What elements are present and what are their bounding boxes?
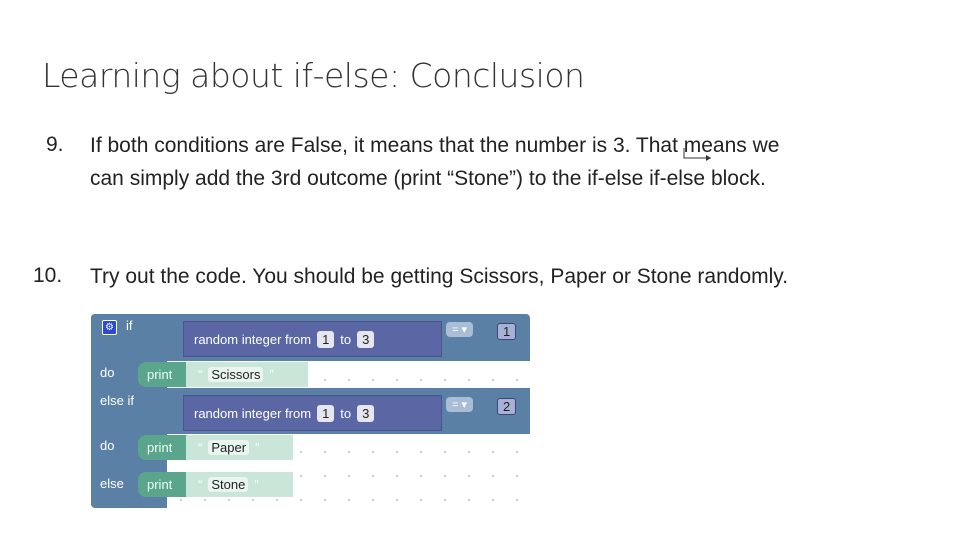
print-block[interactable]: print [138,435,186,460]
print-label: print [147,477,173,492]
operator-dropdown[interactable]: = ▾ [446,322,474,337]
from-value[interactable]: 1 [317,404,335,422]
else-label: else [100,476,124,491]
item-text: Try out the code. You should be getting … [90,260,788,293]
string-value[interactable]: Paper [208,440,250,455]
gear-icon[interactable]: ⚙ [102,320,117,335]
random-integer-block[interactable]: random integer from 1 to 3 [183,395,442,431]
from-value[interactable]: 1 [317,330,335,348]
random-label: random integer from [194,405,312,421]
quote-icon: ” [254,477,259,492]
text-block[interactable]: “ Stone ” [186,472,293,497]
string-value[interactable]: Stone [208,477,249,492]
item-text: If both conditions are False, it means t… [90,129,779,195]
print-block[interactable]: print [138,362,186,387]
text-line: If both conditions are False, it means t… [90,134,780,157]
print-block[interactable]: print [138,472,186,497]
quote-icon: ” [255,440,260,455]
else-if-label: else if [100,393,134,408]
operator-dropdown[interactable]: = ▾ [446,397,474,412]
cursor-arrow-icon [683,148,711,161]
text-line: can simply add the 3rd outcome (print “S… [90,167,766,190]
item-number: 9. [46,133,64,156]
to-label: to [340,331,352,347]
item-number: 10. [33,264,63,287]
do-label: do [100,365,115,380]
do-label: do [100,438,115,453]
to-label: to [340,405,352,421]
slide: Learning about if-else: Conclusion 9. If… [0,0,960,540]
print-label: print [147,440,173,455]
text-line: Try out the code. You should be getting … [90,265,789,288]
quote-icon: “ [198,367,203,382]
to-value[interactable]: 3 [357,404,375,422]
quote-icon: “ [198,477,203,492]
compare-value[interactable]: 1 [497,323,517,340]
print-label: print [147,367,173,382]
compare-value[interactable]: 2 [497,398,517,415]
random-label: random integer from [194,331,312,347]
random-integer-block[interactable]: random integer from 1 to 3 [183,321,442,357]
slide-title: Learning about if-else: Conclusion [42,56,585,95]
to-value[interactable]: 3 [357,330,375,348]
text-block[interactable]: “ Scissors ” [186,362,308,387]
if-label: if [126,318,133,333]
string-value[interactable]: Scissors [208,367,264,382]
text-block[interactable]: “ Paper ” [186,435,293,460]
quote-icon: ” [269,367,274,382]
quote-icon: “ [198,440,203,455]
